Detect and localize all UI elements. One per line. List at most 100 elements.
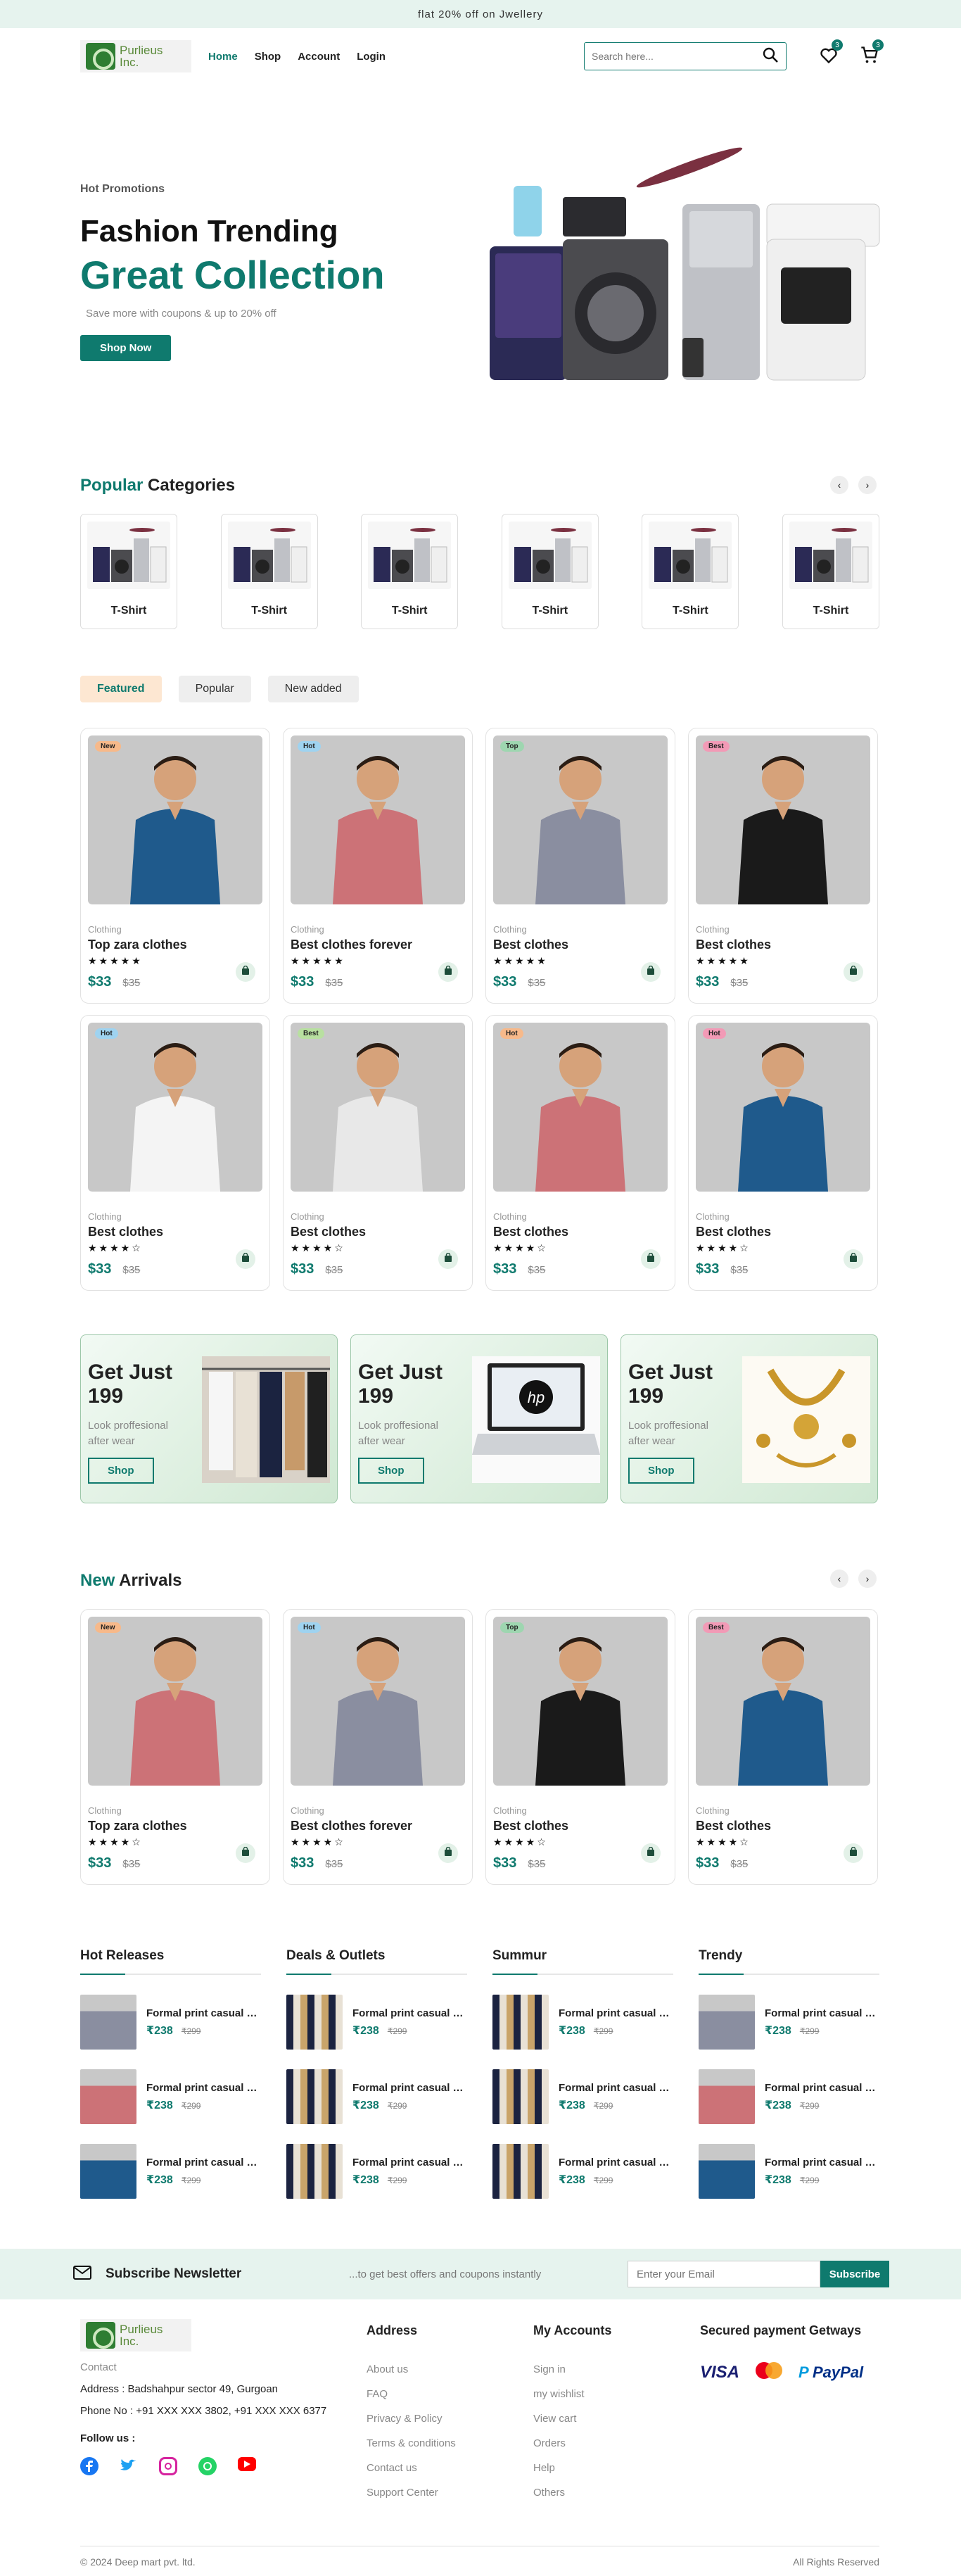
add-to-cart-button[interactable] [438,962,458,982]
list-item-name[interactable]: Formal print casual c... [765,2007,877,2019]
add-to-cart-button[interactable] [438,1249,458,1269]
chevron-right-icon[interactable]: › [858,1570,877,1588]
product-card[interactable]: Top Clothing Best clothes ★★★★★ $33 $35 [485,728,675,1004]
category-card[interactable]: T-Shirt [782,514,879,629]
banner-shop-button[interactable]: Shop [358,1458,424,1484]
list-item-name[interactable]: Formal print casual c... [765,2157,877,2168]
nav-account[interactable]: Account [298,51,340,63]
product-image[interactable]: New [88,1617,262,1786]
add-to-cart-button[interactable] [641,1843,661,1863]
nav-login[interactable]: Login [357,51,386,63]
product-card[interactable]: New Clothing Top zara clothes ★★★★★ $33 $35 [80,728,270,1004]
product-card[interactable]: Hot Clothing Best clothes forever ★★★★★ $33 $… [283,728,473,1004]
category-card[interactable]: T-Shirt [80,514,177,629]
footer-link-about-us[interactable]: About us [367,2363,456,2375]
product-card[interactable]: Top Clothing Best clothes ★★★★☆ $33 $35 [485,1609,675,1885]
product-name[interactable]: Best clothes [696,1225,870,1239]
list-item[interactable]: Formal print casual c... ₹238 ₹299 [286,2069,467,2124]
product-image[interactable]: New [88,735,262,904]
product-image[interactable]: Top [493,1617,668,1786]
product-name[interactable]: Best clothes forever [291,1819,465,1833]
list-item-name[interactable]: Formal print casual c... [559,2082,671,2094]
wishlist-icon[interactable]: 3 [817,39,843,66]
list-item[interactable]: Formal print casual c... ₹238 ₹299 [699,2069,879,2124]
list-item-name[interactable]: Formal print casual c... [146,2007,259,2019]
product-name[interactable]: Best clothes [696,1819,870,1833]
cart-icon[interactable]: 3 [858,39,884,66]
whatsapp-icon[interactable] [198,2457,217,2475]
product-name[interactable]: Best clothes [493,937,668,952]
product-card[interactable]: Best Clothing Best clothes ★★★★☆ $33 $35 [688,1609,878,1885]
product-name[interactable]: Top zara clothes [88,1819,262,1833]
product-name[interactable]: Best clothes [88,1225,262,1239]
product-card[interactable]: Hot Clothing Best clothes forever ★★★★☆ $33 $… [283,1609,473,1885]
product-card[interactable]: Best Clothing Best clothes ★★★★☆ $33 $35 [283,1015,473,1291]
product-name[interactable]: Best clothes forever [291,937,465,952]
youtube-icon[interactable] [238,2457,256,2471]
product-card[interactable]: Hot Clothing Best clothes ★★★★☆ $33 $35 [688,1015,878,1291]
list-item[interactable]: Formal print casual c... ₹238 ₹299 [80,2069,261,2124]
product-card[interactable]: Hot Clothing Best clothes ★★★★☆ $33 $35 [485,1015,675,1291]
add-to-cart-button[interactable] [641,962,661,982]
tab-popular[interactable]: Popular [178,676,251,702]
product-image[interactable]: Hot [88,1023,262,1192]
footer-link-my-wishlist[interactable]: my wishlist [533,2388,611,2400]
list-item[interactable]: Formal print casual c... ₹238 ₹299 [492,2144,673,2199]
tab-new-added[interactable]: New added [267,676,359,702]
product-image[interactable]: Top [493,735,668,904]
banner-shop-button[interactable]: Shop [628,1458,694,1484]
product-name[interactable]: Best clothes [291,1225,465,1239]
product-image[interactable]: Best [696,735,870,904]
list-item-name[interactable]: Formal print casual c... [352,2082,465,2094]
product-name[interactable]: Best clothes [493,1225,668,1239]
list-item[interactable]: Formal print casual c... ₹238 ₹299 [80,1995,261,2050]
footer-link-faq[interactable]: FAQ [367,2388,456,2400]
nav-shop[interactable]: Shop [255,51,281,63]
list-item-name[interactable]: Formal print casual c... [146,2157,259,2168]
brand-logo[interactable]: Purlieus Inc. [80,40,191,72]
add-to-cart-button[interactable] [844,962,863,982]
footer-link-terms-conditions[interactable]: Terms & conditions [367,2437,456,2449]
twitter-icon[interactable] [120,2457,138,2475]
list-item[interactable]: Formal print casual c... ₹238 ₹299 [492,2069,673,2124]
list-item-name[interactable]: Formal print casual c... [765,2082,877,2094]
product-image[interactable]: Hot [291,1617,465,1786]
chevron-left-icon[interactable]: ‹ [830,1570,848,1588]
footer-link-view-cart[interactable]: View cart [533,2413,611,2425]
list-item[interactable]: Formal print casual c... ₹238 ₹299 [286,2144,467,2199]
product-card[interactable]: Hot Clothing Best clothes ★★★★☆ $33 $35 [80,1015,270,1291]
subscribe-button[interactable]: Subscribe [820,2261,889,2287]
product-name[interactable]: Top zara clothes [88,937,262,952]
footer-link-contact-us[interactable]: Contact us [367,2462,456,2474]
add-to-cart-button[interactable] [844,1249,863,1269]
add-to-cart-button[interactable] [236,962,255,982]
product-name[interactable]: Best clothes [696,937,870,952]
list-item[interactable]: Formal print casual c... ₹238 ₹299 [699,2144,879,2199]
list-item-name[interactable]: Formal print casual c... [352,2007,465,2019]
footer-link-privacy-policy[interactable]: Privacy & Policy [367,2413,456,2425]
category-card[interactable]: T-Shirt [220,514,318,629]
add-to-cart-button[interactable] [438,1843,458,1863]
shop-now-button[interactable]: Shop Now [80,335,172,361]
list-item[interactable]: Formal print casual c... ₹238 ₹299 [80,2144,261,2199]
add-to-cart-button[interactable] [236,1249,255,1269]
add-to-cart-button[interactable] [844,1843,863,1863]
product-image[interactable]: Hot [493,1023,668,1192]
product-card[interactable]: Best Clothing Best clothes ★★★★★ $33 $35 [688,728,878,1004]
list-item-name[interactable]: Formal print casual c... [559,2157,671,2168]
product-name[interactable]: Best clothes [493,1819,668,1833]
footer-link-support-center[interactable]: Support Center [367,2487,456,2499]
list-item[interactable]: Formal print casual c... ₹238 ₹299 [492,1995,673,2050]
search-input[interactable] [592,51,762,62]
add-to-cart-button[interactable] [641,1249,661,1269]
banner-shop-button[interactable]: Shop [88,1458,154,1484]
facebook-icon[interactable] [80,2457,98,2475]
footer-link-help[interactable]: Help [533,2462,611,2474]
list-item-name[interactable]: Formal print casual c... [559,2007,671,2019]
tab-featured[interactable]: Featured [80,676,162,702]
list-item-name[interactable]: Formal print casual c... [146,2082,259,2094]
category-card[interactable]: T-Shirt [642,514,739,629]
instagram-icon[interactable] [159,2457,177,2475]
product-image[interactable]: Best [696,1617,870,1786]
footer-link-orders[interactable]: Orders [533,2437,611,2449]
